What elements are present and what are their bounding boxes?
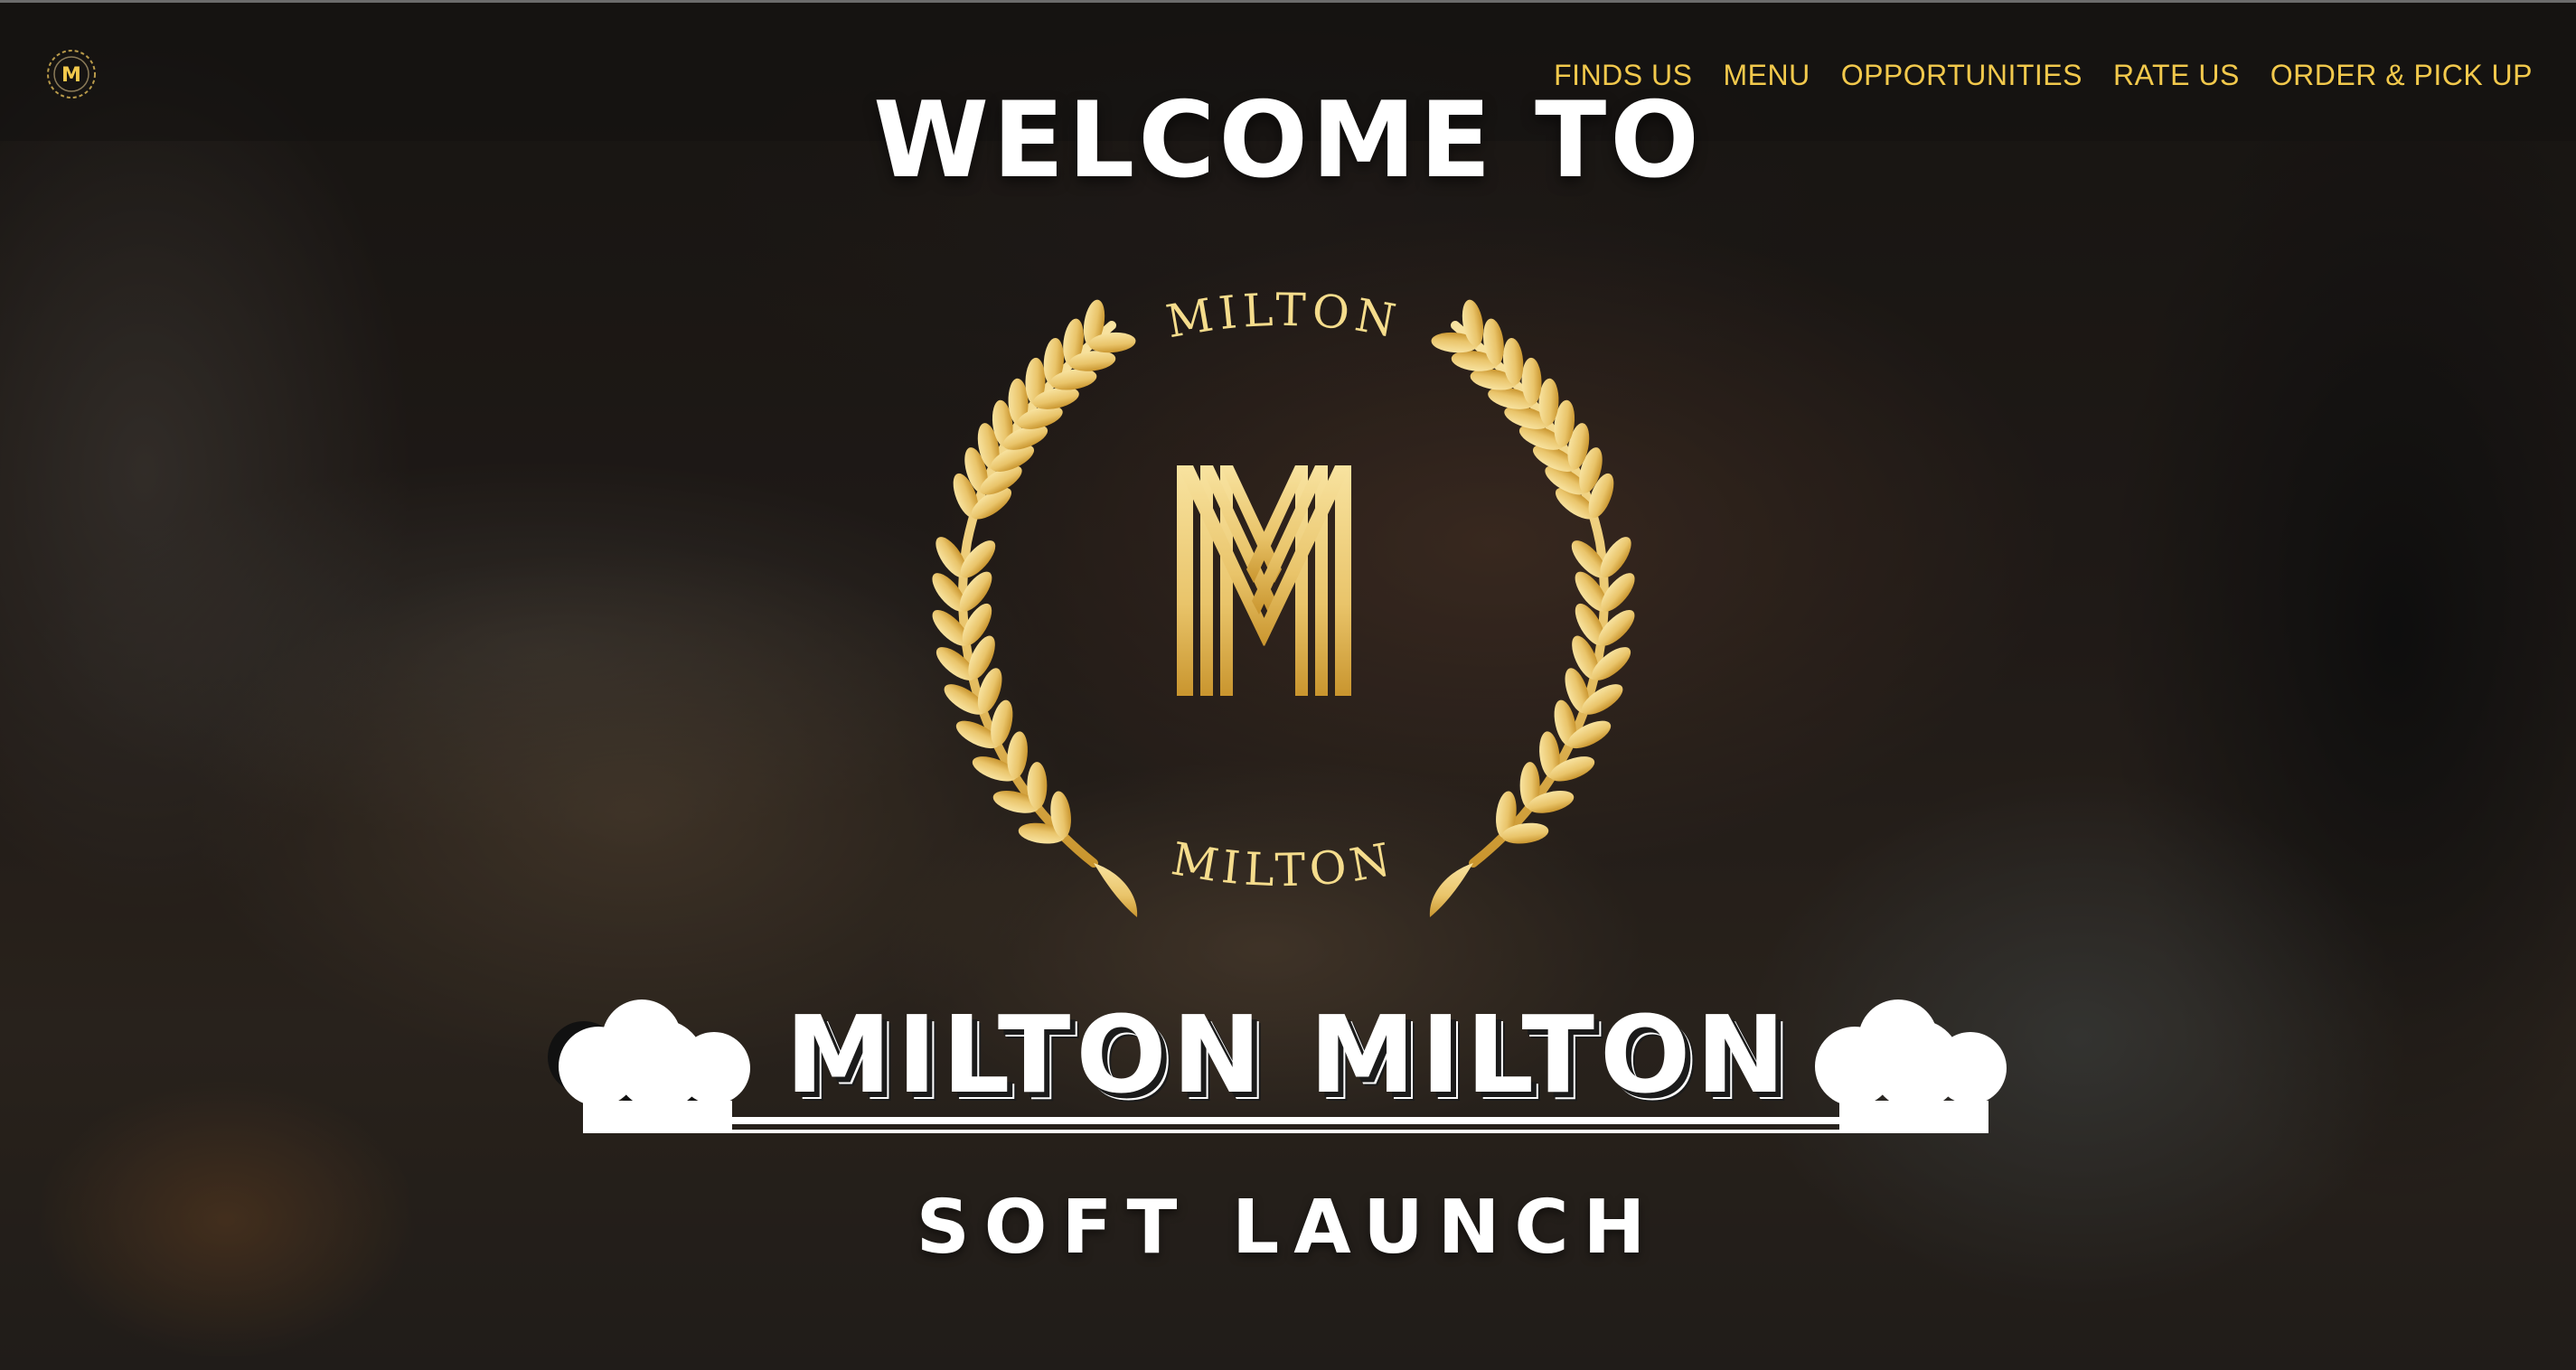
emblem-top-text: MILTON <box>1162 284 1405 349</box>
emblem-m-letter-icon <box>1177 465 1351 696</box>
emblem-bottom-text: MILTON <box>1168 832 1399 896</box>
nav-link-rate-us[interactable]: RATE US <box>2113 59 2240 92</box>
restaurant-title: MILTON MILTON <box>785 992 1791 1117</box>
svg-text:M: M <box>61 64 81 87</box>
laurel-left-branch <box>932 299 1138 917</box>
title-underline <box>732 1117 1839 1133</box>
welcome-heading: WELCOME TO <box>873 80 1703 202</box>
nav-link-order-pick-up[interactable]: ORDER & PICK UP <box>2270 59 2533 92</box>
nav-link-menu[interactable]: MENU <box>1723 59 1810 92</box>
laurel-leaf <box>1027 762 1048 810</box>
soft-launch-subtitle: SOFT LAUNCH <box>916 1185 1660 1271</box>
nav-link-opportunities[interactable]: OPPORTUNITIES <box>1841 59 2082 92</box>
laurel-wreath-icon: MILTON MILTON <box>932 284 1635 917</box>
page: M FINDS US MENU OPPORTUNITIES RATE US OR… <box>0 0 2576 1370</box>
laurel-right-branch <box>1429 299 1635 917</box>
